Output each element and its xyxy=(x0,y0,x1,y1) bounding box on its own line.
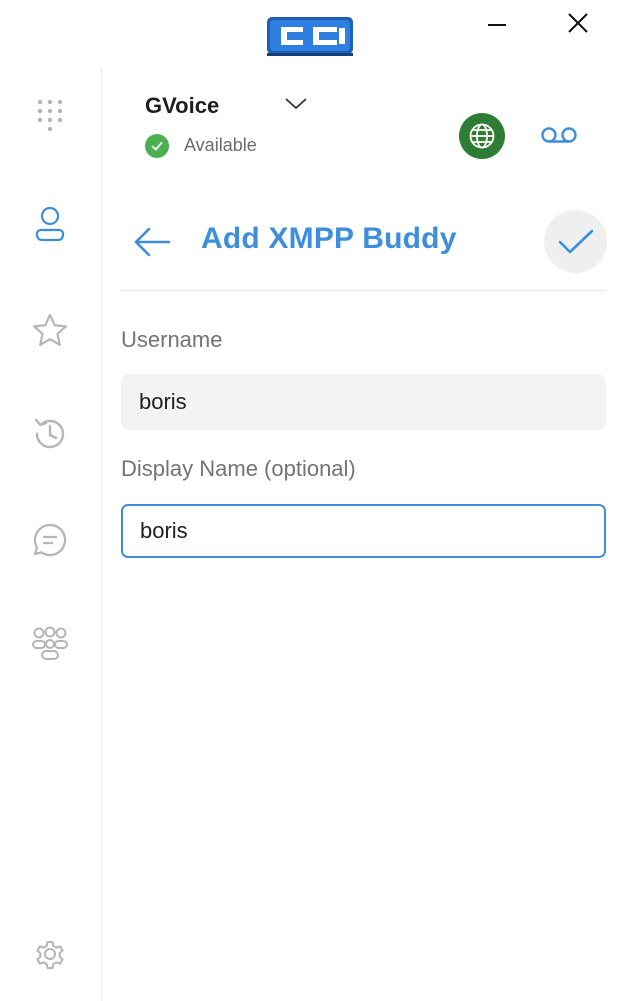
close-button[interactable] xyxy=(561,8,595,38)
chevron-down-icon xyxy=(285,98,307,109)
account-name[interactable]: GVoice xyxy=(145,93,219,119)
check-icon xyxy=(558,229,593,253)
sidebar-item-dialpad[interactable] xyxy=(28,95,72,139)
minimize-button[interactable] xyxy=(480,8,514,38)
header-divider xyxy=(121,290,606,291)
display-name-label: Display Name (optional) xyxy=(121,456,356,481)
arrow-left-icon xyxy=(134,227,171,257)
app-window: GVoice Available Add XMPP Buddy Username… xyxy=(0,0,623,1001)
back-button[interactable] xyxy=(129,222,175,262)
history-icon xyxy=(34,418,65,449)
sidebar-item-favorites[interactable] xyxy=(28,308,72,352)
sidebar-item-groups[interactable] xyxy=(28,622,72,666)
account-dropdown-button[interactable] xyxy=(283,94,309,114)
close-icon xyxy=(568,13,588,33)
confirm-button[interactable] xyxy=(544,210,607,273)
voicemail-button[interactable] xyxy=(538,120,580,150)
sidebar-item-chat[interactable] xyxy=(28,518,72,562)
page-title: Add XMPP Buddy xyxy=(201,222,457,255)
check-icon xyxy=(151,141,163,151)
app-logo-icon xyxy=(265,14,357,58)
sidebar xyxy=(0,68,102,1001)
globe-button[interactable] xyxy=(459,113,505,159)
sidebar-item-contacts[interactable] xyxy=(28,202,72,246)
status-text[interactable]: Available xyxy=(184,135,257,156)
dialpad-icon xyxy=(37,99,63,132)
sidebar-item-history[interactable] xyxy=(28,412,72,456)
sidebar-item-settings[interactable] xyxy=(28,932,72,976)
contacts-icon xyxy=(35,206,65,242)
chat-icon xyxy=(33,523,67,557)
voicemail-icon xyxy=(541,127,577,143)
username-input[interactable] xyxy=(121,374,606,430)
display-name-input[interactable] xyxy=(121,504,606,558)
username-label: Username xyxy=(121,327,223,352)
status-indicator xyxy=(145,134,169,158)
star-icon xyxy=(33,313,67,346)
groups-icon xyxy=(32,626,68,660)
gear-icon xyxy=(36,941,64,969)
minimize-icon xyxy=(488,24,506,26)
globe-icon xyxy=(469,123,495,149)
